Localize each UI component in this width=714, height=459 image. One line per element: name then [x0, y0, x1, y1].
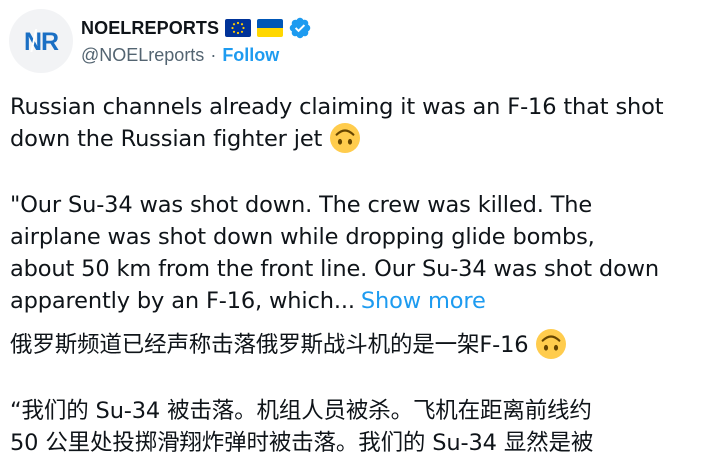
avatar-letters: NR [24, 28, 59, 56]
avatar[interactable]: NR [9, 9, 73, 73]
tweet-card: NR NOELREPORTS @NOELreports · Follow Rus… [0, 0, 714, 456]
author-row: NOELREPORTS [81, 14, 312, 42]
tweet-text-segment: apparently by an F-16, which... [10, 288, 355, 314]
tweet-text-line: Russian channels already claiming it was… [10, 94, 664, 120]
tweet-text-line: down the Russian fighter jet [10, 123, 361, 155]
handle-row: @NOELreports · Follow [81, 45, 279, 66]
tweet-text-line: about 50 km from the front line. Our Su-… [10, 256, 660, 282]
display-name[interactable]: NOELREPORTS [81, 18, 219, 39]
eu-flag-icon [225, 19, 252, 37]
follow-button[interactable]: Follow [222, 45, 279, 65]
tweet-text-line: apparently by an F-16, which... Show more [10, 285, 486, 317]
tweet-text-segment: down the Russian fighter jet [10, 126, 323, 152]
translation-line: 50 公里处投掷滑翔炸弹时被击落。我们的 Su-34 显然是被 [10, 430, 594, 456]
translation-segment: 俄罗斯频道已经声称击落俄罗斯战斗机的是一架F-16 [10, 332, 529, 358]
translation-line: “我们的 Su-34 被击落。机组人员被杀。飞机在距离前线约 [10, 398, 592, 424]
show-more-link[interactable]: Show more [361, 288, 486, 314]
tweet-text-line: "Our Su-34 was shot down. The crew was k… [10, 192, 593, 218]
translation-line: 俄罗斯频道已经声称击落俄罗斯战斗机的是一架F-16 [10, 329, 567, 361]
tweet-text-line: airplane was shot down while dropping gl… [10, 224, 595, 250]
upside-down-face-emoji [330, 123, 361, 153]
ukraine-flag-icon [257, 19, 284, 37]
separator-dot: · [210, 45, 217, 65]
handle[interactable]: @NOELreports [81, 45, 204, 65]
verified-badge-icon [289, 17, 311, 39]
avatar-logo: NR [24, 28, 60, 56]
upside-down-face-emoji [536, 329, 567, 359]
